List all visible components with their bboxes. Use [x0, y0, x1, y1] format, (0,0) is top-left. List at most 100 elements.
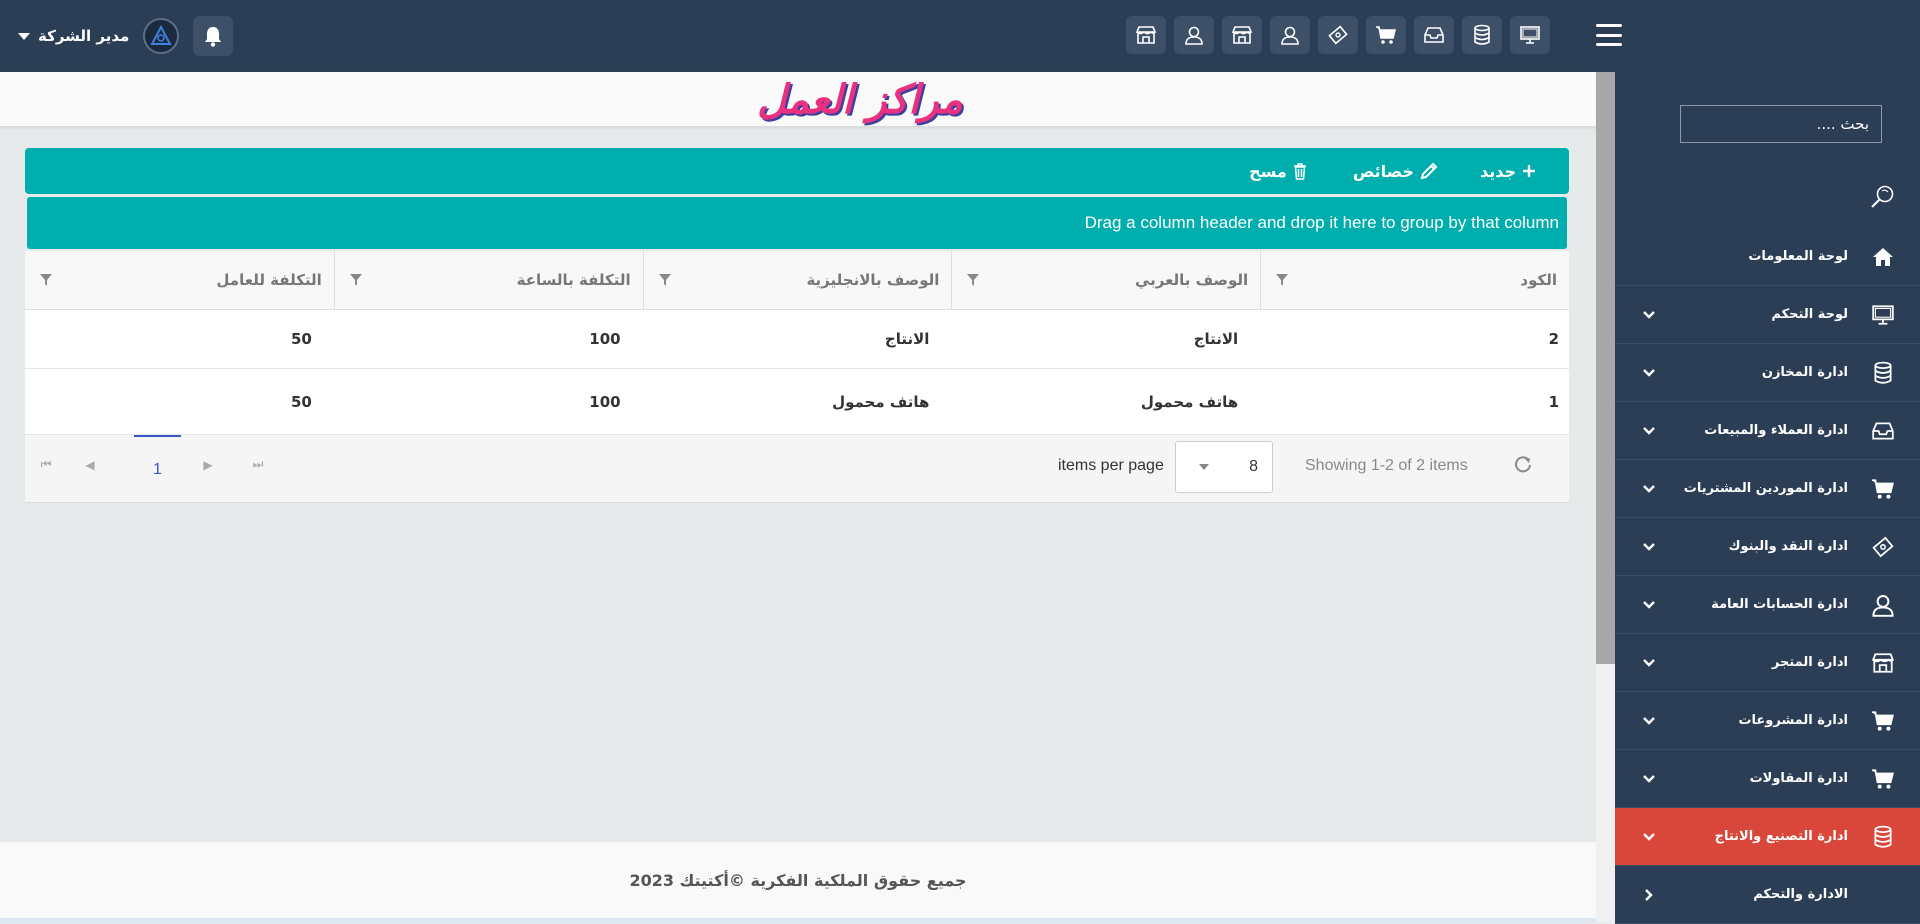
database-icon — [1474, 24, 1490, 45]
delete-button-label: مسح — [1249, 161, 1287, 181]
store-icon — [1135, 26, 1157, 44]
quick-monitor-button[interactable] — [1510, 16, 1550, 54]
delete-button[interactable]: مسح — [1249, 162, 1307, 181]
column-header-label: التكلفة للعامل — [216, 271, 322, 289]
showing-items-text: Showing 1-2 of 2 items — [1305, 457, 1468, 474]
table-row[interactable]: 1 هاتف محمول هاتف محمول 100 50 — [25, 369, 1569, 435]
sidebar-item-projects[interactable]: ادارة المشروعات — [1615, 692, 1920, 750]
column-header-code[interactable]: الكود — [1260, 251, 1569, 309]
main-scrollbar-thumb[interactable] — [1596, 72, 1615, 664]
page-title-bar: مراكز العمل — [0, 72, 1596, 126]
store-icon — [1231, 26, 1253, 44]
chevron-down-icon — [1643, 658, 1655, 667]
sidebar-item-label: لوحة المعلومات — [1748, 249, 1848, 264]
chevron-down-icon — [1199, 464, 1209, 470]
quick-store-button-2[interactable] — [1222, 16, 1262, 54]
table-row[interactable]: 2 الانتاج الانتاج 100 50 — [25, 310, 1569, 369]
cell-code: 1 — [1548, 392, 1559, 411]
work-centers-grid: الكود الوصف بالعربي الوصف بالانجليزية ال… — [25, 251, 1569, 503]
sidebar: لوحة المعلومات لوحة التحكم ادارة المخازن… — [1615, 72, 1920, 924]
sidebar-item-label: ادارة المشروعات — [1738, 713, 1848, 728]
column-header-arabic-desc[interactable]: الوصف بالعربي — [951, 251, 1260, 309]
cell-hourly-cost: 100 — [589, 330, 621, 348]
pager-first-prev: ⏮ ◀ — [35, 457, 101, 472]
sidebar-item-dashboard[interactable]: لوحة المعلومات — [1615, 228, 1920, 286]
user-menu[interactable]: مدير الشركة — [18, 27, 129, 45]
copyright-text: جميع حقوق الملكية الفكرية ©أكتيتك 2023 — [629, 871, 967, 890]
chevron-down-icon — [1643, 426, 1655, 435]
hamburger-menu-icon[interactable] — [1596, 24, 1622, 46]
money-icon — [1328, 25, 1348, 45]
quick-user-button[interactable] — [1174, 16, 1214, 54]
edit-button[interactable]: خصائص — [1353, 162, 1438, 181]
cart-icon — [1872, 710, 1894, 731]
sidebar-item-warehouses[interactable]: ادارة المخازن — [1615, 344, 1920, 402]
column-header-english-desc[interactable]: الوصف بالانجليزية — [642, 251, 952, 309]
sidebar-item-manufacturing[interactable]: ادارة التصنيع والانتاج — [1615, 808, 1920, 866]
sidebar-item-label: ادارة العملاء والمبيعات — [1704, 423, 1848, 438]
sidebar-item-label: ادارة الموردين المشتريات — [1683, 481, 1848, 496]
chevron-down-icon — [1643, 600, 1655, 609]
quick-store-button[interactable] — [1126, 16, 1166, 54]
sidebar-item-customers-sales[interactable]: ادارة العملاء والمبيعات — [1615, 402, 1920, 460]
quick-user-button-2[interactable] — [1270, 16, 1310, 54]
bottom-strip — [0, 918, 1596, 923]
last-page-icon[interactable]: ⏭ — [247, 457, 269, 472]
sidebar-item-control-panel[interactable]: لوحة التحكم — [1615, 286, 1920, 344]
sidebar-item-label: الادارة والتحكم — [1753, 887, 1848, 902]
avatar[interactable] — [143, 18, 180, 54]
column-header-label: الوصف بالعربي — [1134, 271, 1249, 289]
cell-hourly-cost: 100 — [589, 392, 621, 411]
quick-database-button[interactable] — [1462, 16, 1502, 54]
sidebar-item-suppliers-purchases[interactable]: ادارة الموردين المشتريات — [1615, 460, 1920, 518]
chevron-down-icon — [1643, 716, 1655, 725]
database-icon — [1874, 825, 1892, 848]
top-bar: مدير الشركة — [0, 0, 1920, 72]
sidebar-item-contracting[interactable]: ادارة المقاولات — [1615, 750, 1920, 808]
monitor-icon — [1872, 304, 1894, 325]
page-number-current[interactable]: 1 — [134, 435, 181, 502]
sidebar-item-store[interactable]: ادارة المتجر — [1615, 634, 1920, 692]
chevron-down-icon — [1643, 368, 1655, 377]
chevron-down-icon — [1643, 484, 1655, 493]
chevron-left-icon — [1645, 888, 1653, 901]
first-page-icon[interactable]: ⏮ — [35, 457, 57, 472]
next-page-icon[interactable]: ▶ — [197, 458, 219, 472]
chevron-down-icon — [1643, 774, 1655, 783]
sidebar-item-cash-banks[interactable]: ادارة النقد والبنوك — [1615, 518, 1920, 576]
home-icon — [1873, 247, 1893, 266]
sidebar-item-administration[interactable]: الادارة والتحكم — [1615, 866, 1920, 924]
new-button[interactable]: جديد — [1480, 162, 1536, 181]
quick-money-button[interactable] — [1318, 16, 1358, 54]
filter-icon[interactable] — [658, 273, 672, 287]
filter-icon[interactable] — [349, 273, 363, 287]
sidebar-item-general-accounts[interactable]: ادارة الحسابات العامة — [1615, 576, 1920, 634]
column-header-worker-cost[interactable]: التكلفة للعامل — [25, 251, 334, 309]
cell-english-desc: هاتف محمول — [832, 392, 930, 411]
money-icon — [1872, 536, 1894, 557]
sidebar-item-label: ادارة المخازن — [1761, 365, 1848, 380]
filter-icon[interactable] — [966, 273, 980, 287]
quick-cart-button[interactable] — [1366, 16, 1406, 54]
grid-header-row: الكود الوصف بالعربي الوصف بالانجليزية ال… — [25, 251, 1569, 310]
cell-english-desc: الانتاج — [884, 330, 930, 348]
sidebar-item-label: ادارة المقاولات — [1749, 771, 1848, 786]
sidebar-item-label: ادارة الحسابات العامة — [1711, 597, 1848, 612]
filter-icon[interactable] — [39, 273, 53, 287]
notifications-button[interactable] — [193, 16, 234, 56]
search-icon[interactable] — [1870, 184, 1896, 210]
page-size-select[interactable]: 8 — [1175, 441, 1273, 493]
cart-icon — [1872, 768, 1894, 789]
refresh-icon[interactable] — [1513, 455, 1533, 475]
column-header-hourly-cost[interactable]: التكلفة بالساعة — [333, 251, 643, 309]
chevron-down-icon — [1643, 310, 1655, 319]
chevron-down-icon — [1643, 542, 1655, 551]
group-drop-area[interactable]: Drag a column header and drop it here to… — [27, 197, 1567, 249]
user-icon — [1872, 594, 1894, 617]
store-icon — [1871, 652, 1895, 673]
quick-inbox-button[interactable] — [1414, 16, 1454, 54]
items-per-page-label: items per page — [1058, 457, 1164, 474]
prev-page-icon[interactable]: ◀ — [79, 458, 101, 472]
user-role-label: مدير الشركة — [38, 27, 130, 45]
filter-icon[interactable] — [1275, 273, 1289, 287]
